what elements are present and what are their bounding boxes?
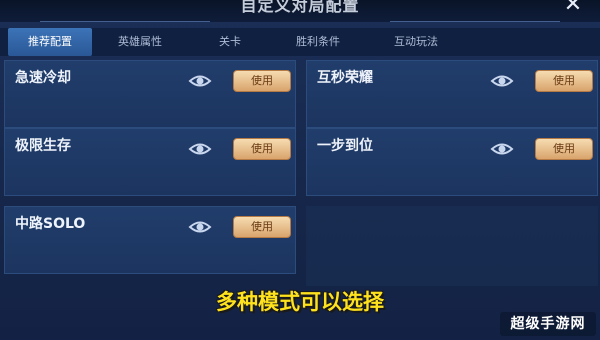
mode-card: 急速冷却 使用 xyxy=(4,60,296,128)
mode-name: 一步到位 xyxy=(317,138,373,154)
eye-icon[interactable] xyxy=(489,136,515,162)
use-button[interactable]: 使用 xyxy=(233,216,291,238)
tab-hero-attributes[interactable]: 英雄属性 xyxy=(98,28,182,56)
eye-icon[interactable] xyxy=(187,214,213,240)
eye-icon[interactable] xyxy=(187,136,213,162)
tab-stages[interactable]: 关卡 xyxy=(198,28,262,56)
watermark: 超级手游网 xyxy=(500,312,596,336)
eye-icon[interactable] xyxy=(187,68,213,94)
use-button[interactable]: 使用 xyxy=(535,138,593,160)
tab-interactive-play[interactable]: 互动玩法 xyxy=(372,28,460,56)
tab-bar: 推荐配置 英雄属性 关卡 胜利条件 互动玩法 xyxy=(0,28,600,56)
page-title: 自定义对局配置 xyxy=(240,0,360,15)
mode-name: 中路SOLO xyxy=(15,216,86,232)
mode-card: 一步到位 使用 xyxy=(306,128,598,196)
use-button[interactable]: 使用 xyxy=(233,70,291,92)
empty-panel xyxy=(306,206,598,286)
mode-card: 互秒荣耀 使用 xyxy=(306,60,598,128)
mode-name: 极限生存 xyxy=(15,138,71,154)
eye-icon[interactable] xyxy=(489,68,515,94)
use-button[interactable]: 使用 xyxy=(233,138,291,160)
mode-card: 中路SOLO 使用 xyxy=(4,206,296,274)
mode-name: 互秒荣耀 xyxy=(317,70,373,86)
tab-recommended[interactable]: 推荐配置 xyxy=(8,28,92,56)
tab-victory-conditions[interactable]: 胜利条件 xyxy=(278,28,358,56)
mode-name: 急速冷却 xyxy=(15,70,71,86)
close-icon[interactable]: ✕ xyxy=(558,0,588,16)
mode-card: 极限生存 使用 xyxy=(4,128,296,196)
use-button[interactable]: 使用 xyxy=(535,70,593,92)
